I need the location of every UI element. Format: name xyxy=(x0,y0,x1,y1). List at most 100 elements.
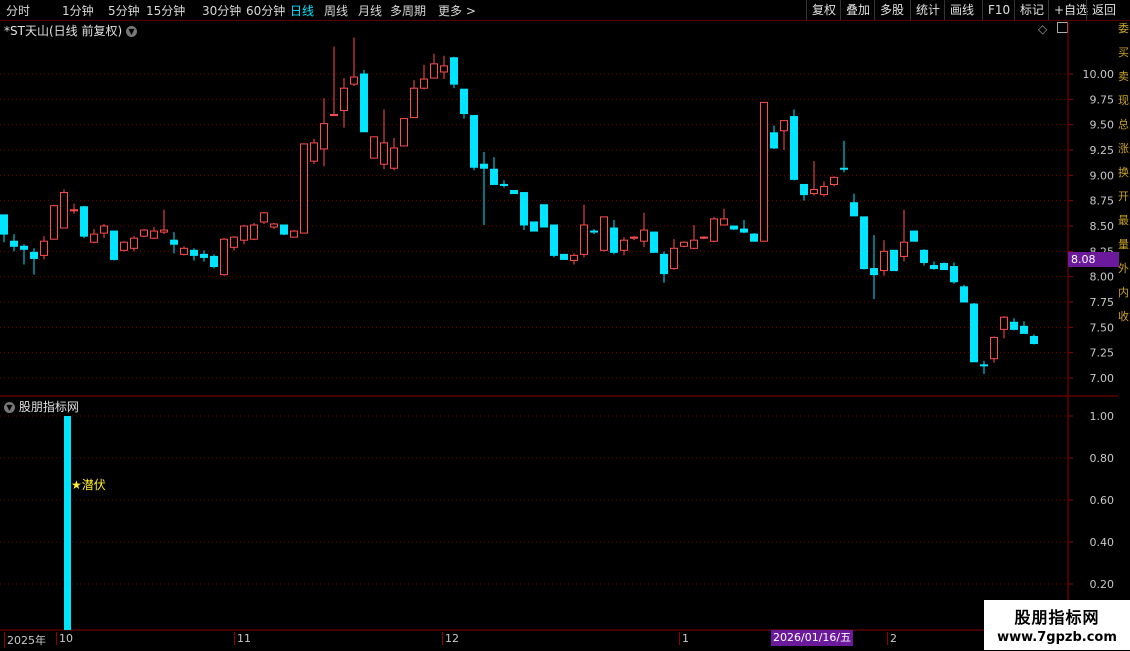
candle[interactable] xyxy=(1010,318,1018,331)
candle[interactable] xyxy=(20,244,28,265)
candle[interactable] xyxy=(490,157,498,185)
candle[interactable] xyxy=(180,246,188,256)
candle[interactable] xyxy=(910,230,918,242)
candle[interactable] xyxy=(230,236,238,251)
candle[interactable] xyxy=(260,211,268,224)
candle[interactable] xyxy=(510,190,518,195)
candle[interactable] xyxy=(830,176,838,187)
candle[interactable] xyxy=(850,193,858,217)
candle[interactable] xyxy=(810,161,818,196)
candle[interactable] xyxy=(880,240,888,276)
candle[interactable] xyxy=(840,140,848,173)
candle[interactable] xyxy=(160,209,168,235)
candle[interactable] xyxy=(930,261,938,270)
candle[interactable] xyxy=(110,230,118,261)
candle[interactable] xyxy=(300,143,308,234)
tab-9[interactable]: 多周期 xyxy=(390,2,426,19)
candle[interactable] xyxy=(10,234,18,252)
candle[interactable] xyxy=(80,205,88,239)
tab-6[interactable]: 日线 xyxy=(290,2,314,19)
candle[interactable] xyxy=(370,136,378,159)
candle[interactable] xyxy=(790,109,798,181)
tab-8[interactable]: 月线 xyxy=(358,2,382,19)
candle[interactable] xyxy=(250,222,258,241)
candle[interactable] xyxy=(500,180,508,188)
candle[interactable] xyxy=(970,303,978,363)
candle[interactable] xyxy=(170,232,178,254)
candle[interactable] xyxy=(710,216,718,243)
candle[interactable] xyxy=(800,183,808,201)
candle[interactable] xyxy=(480,152,488,225)
candle[interactable] xyxy=(40,236,48,260)
candle[interactable] xyxy=(410,80,418,119)
toolbar-button-8[interactable]: 返回 xyxy=(1086,0,1121,20)
candle[interactable] xyxy=(460,88,468,119)
candle[interactable] xyxy=(630,236,638,241)
candle[interactable] xyxy=(610,219,618,255)
candle[interactable] xyxy=(680,241,688,248)
tab-0[interactable]: 分时 xyxy=(6,2,30,19)
candle[interactable] xyxy=(770,125,778,149)
candle[interactable] xyxy=(860,216,868,270)
candle[interactable] xyxy=(730,225,738,231)
candle[interactable] xyxy=(690,224,698,250)
candle[interactable] xyxy=(940,262,948,271)
candle[interactable] xyxy=(750,233,758,242)
candle[interactable] xyxy=(990,336,998,363)
candle[interactable] xyxy=(640,212,648,248)
candle[interactable] xyxy=(660,251,668,283)
candle[interactable] xyxy=(310,138,318,165)
candle[interactable] xyxy=(200,250,208,262)
candle[interactable] xyxy=(140,229,148,238)
candle[interactable] xyxy=(240,224,248,245)
candle[interactable] xyxy=(400,118,408,147)
toolbar-button-5[interactable]: F10 xyxy=(982,0,1015,20)
candle[interactable] xyxy=(330,46,338,117)
candle[interactable] xyxy=(270,222,278,230)
toolbar-button-4[interactable]: 画线 xyxy=(944,0,979,20)
toolbar-button-0[interactable]: 复权 xyxy=(806,0,841,20)
candle[interactable] xyxy=(550,224,558,258)
tab-2[interactable]: 5分钟 xyxy=(108,2,140,19)
candle[interactable] xyxy=(420,64,428,90)
candle[interactable] xyxy=(780,120,788,150)
tab-3[interactable]: 15分钟 xyxy=(146,2,185,19)
candle[interactable] xyxy=(290,230,298,238)
toolbar-button-2[interactable]: 多股 xyxy=(874,0,909,20)
candle[interactable] xyxy=(620,237,628,256)
candle[interactable] xyxy=(340,78,348,128)
candle[interactable] xyxy=(70,203,78,214)
candle[interactable] xyxy=(120,241,128,252)
candle[interactable] xyxy=(1000,316,1008,339)
candle[interactable] xyxy=(540,204,548,228)
candle[interactable] xyxy=(210,254,218,269)
candle[interactable] xyxy=(360,69,368,133)
candle[interactable] xyxy=(920,249,928,266)
candle[interactable] xyxy=(150,227,158,240)
candle[interactable] xyxy=(760,101,768,242)
candle[interactable] xyxy=(30,248,38,275)
kline-chart-area[interactable]: 7.007.257.507.758.008.258.508.759.009.25… xyxy=(0,21,1130,651)
candle[interactable] xyxy=(130,236,138,252)
candle[interactable] xyxy=(380,109,388,170)
candle[interactable] xyxy=(870,235,878,299)
candle[interactable] xyxy=(950,262,958,284)
candle[interactable] xyxy=(450,56,458,89)
candle[interactable] xyxy=(1020,321,1028,334)
toolbar-button-1[interactable]: 叠加 xyxy=(840,0,875,20)
candle[interactable] xyxy=(560,253,568,260)
candle[interactable] xyxy=(90,229,98,244)
candle[interactable] xyxy=(190,248,198,261)
candle[interactable] xyxy=(570,253,578,265)
candle[interactable] xyxy=(900,209,908,262)
candle[interactable] xyxy=(50,204,58,240)
candle[interactable] xyxy=(320,98,328,167)
candle[interactable] xyxy=(60,189,68,229)
tab-1[interactable]: 1分钟 xyxy=(62,2,94,19)
tab-10[interactable]: 更多 > xyxy=(438,2,476,19)
candle[interactable] xyxy=(890,249,898,272)
toolbar-button-6[interactable]: 标记 xyxy=(1014,0,1049,20)
candle[interactable] xyxy=(590,229,598,235)
candle[interactable] xyxy=(220,238,228,276)
candle[interactable] xyxy=(720,208,728,226)
